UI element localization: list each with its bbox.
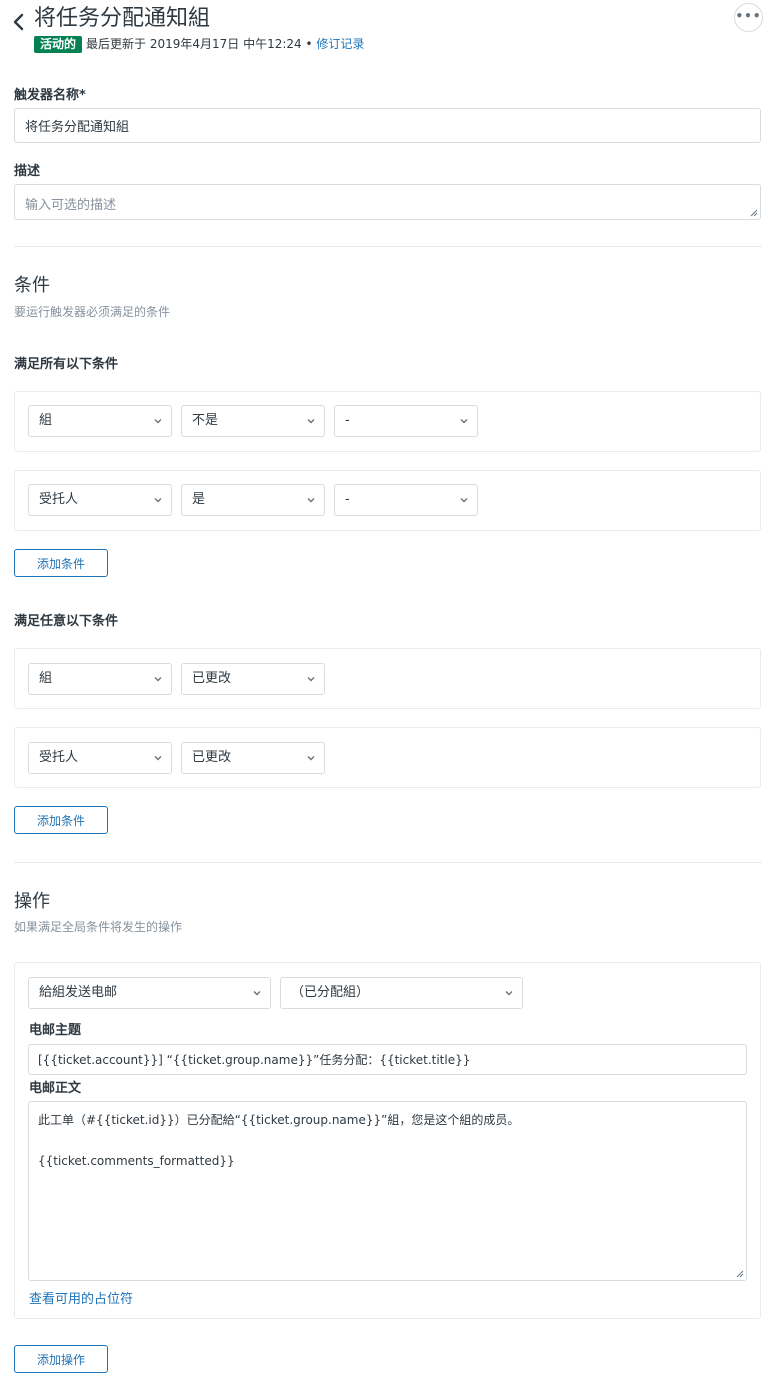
conditions-subtitle: 要运行触发器必须满足的条件 xyxy=(14,305,171,319)
action-type-value: 給組发送电邮 xyxy=(39,985,118,1000)
field-value: 組 xyxy=(39,413,53,428)
chevron-down-icon xyxy=(460,419,468,424)
field-value: 組 xyxy=(39,671,53,686)
condition-value-select[interactable]: - xyxy=(334,484,478,516)
chevron-down-icon xyxy=(154,756,162,761)
divider xyxy=(14,246,762,247)
chevron-down-icon xyxy=(154,498,162,503)
condition-operator-select[interactable]: 已更改 xyxy=(181,742,325,774)
separator: • xyxy=(305,37,313,51)
all-conditions-heading: 满足所有以下条件 xyxy=(14,357,119,372)
last-updated-text: 最后更新于 2019年4月17日 中午12:24 xyxy=(86,37,302,51)
resize-grip-icon[interactable] xyxy=(750,209,758,217)
action-type-select[interactable]: 給組发送电邮 xyxy=(28,977,271,1009)
chevron-down-icon xyxy=(253,991,261,996)
condition-field-select[interactable]: 受托人 xyxy=(28,484,172,516)
any-conditions-heading: 满足任意以下条件 xyxy=(14,614,119,629)
revisions-link[interactable]: 修订记录 xyxy=(316,37,364,51)
field-value: 受托人 xyxy=(39,492,79,507)
view-placeholders-link[interactable]: 查看可用的占位符 xyxy=(29,1288,133,1307)
condition-field-select[interactable]: 組 xyxy=(28,405,172,437)
condition-row: 組 已更改 xyxy=(14,648,761,709)
add-condition-any-button[interactable]: 添加条件 xyxy=(14,806,108,834)
actions-title: 操作 xyxy=(14,891,50,912)
add-condition-all-button[interactable]: 添加条件 xyxy=(14,549,108,577)
description-label: 描述 xyxy=(14,164,41,179)
condition-operator-select[interactable]: 是 xyxy=(181,484,325,516)
condition-value-select[interactable]: - xyxy=(334,405,478,437)
condition-field-select[interactable]: 受托人 xyxy=(28,742,172,774)
action-target-select[interactable]: （已分配組） xyxy=(280,977,523,1009)
chevron-down-icon xyxy=(460,498,468,503)
email-subject-label: 电邮主题 xyxy=(29,1023,82,1038)
chevron-down-icon xyxy=(307,498,315,503)
operator-value: 不是 xyxy=(192,413,219,428)
more-options-button[interactable]: ••• xyxy=(734,3,763,32)
actions-subtitle: 如果满足全局条件将发生的操作 xyxy=(14,920,183,934)
email-body-textarea[interactable]: 此工单（#{{ticket.id}}）已分配給“{{ticket.group.n… xyxy=(28,1101,747,1281)
status-badge: 活动的 xyxy=(34,36,83,53)
more-icon: ••• xyxy=(735,8,762,23)
operator-value: 已更改 xyxy=(192,750,232,765)
chevron-down-icon xyxy=(505,991,513,996)
divider xyxy=(14,862,762,863)
description-input[interactable]: 输入可选的描述 xyxy=(14,184,761,220)
name-label: 触发器名称* xyxy=(14,88,86,103)
resize-grip-icon[interactable] xyxy=(736,1270,744,1278)
name-input[interactable]: 将任务分配通知組 xyxy=(14,108,761,143)
value-value: - xyxy=(345,492,350,507)
action-row: 給組发送电邮 （已分配組） 电邮主题 [{{ticket.account}}] … xyxy=(14,962,761,1319)
chevron-down-icon xyxy=(154,419,162,424)
conditions-title: 条件 xyxy=(14,275,50,296)
operator-value: 是 xyxy=(192,492,206,507)
condition-field-select[interactable]: 組 xyxy=(28,663,172,695)
last-updated: 最后更新于 2019年4月17日 中午12:24 • 修订记录 xyxy=(86,36,364,53)
email-subject-input[interactable]: [{{ticket.account}}] “{{ticket.group.nam… xyxy=(28,1044,747,1075)
condition-row: 受托人 是 - xyxy=(14,470,761,531)
condition-row: 組 不是 - xyxy=(14,391,761,452)
email-body-label: 电邮正文 xyxy=(29,1081,82,1096)
add-action-button[interactable]: 添加操作 xyxy=(14,1345,108,1373)
chevron-down-icon xyxy=(307,419,315,424)
condition-row: 受托人 已更改 xyxy=(14,727,761,788)
operator-value: 已更改 xyxy=(192,671,232,686)
chevron-down-icon xyxy=(307,677,315,682)
field-value: 受托人 xyxy=(39,750,79,765)
chevron-down-icon xyxy=(154,677,162,682)
action-target-value: （已分配組） xyxy=(291,985,370,1000)
email-body-line: 此工单（#{{ticket.id}}）已分配給“{{ticket.group.n… xyxy=(38,1113,520,1127)
description-placeholder: 输入可选的描述 xyxy=(25,198,117,213)
back-chevron-icon[interactable] xyxy=(10,10,30,34)
condition-operator-select[interactable]: 已更改 xyxy=(181,663,325,695)
chevron-down-icon xyxy=(307,756,315,761)
email-body-line: {{ticket.comments_formatted}} xyxy=(38,1154,235,1168)
page-title: 将任务分配通知組 xyxy=(34,6,211,31)
condition-operator-select[interactable]: 不是 xyxy=(181,405,325,437)
value-value: - xyxy=(345,413,350,428)
